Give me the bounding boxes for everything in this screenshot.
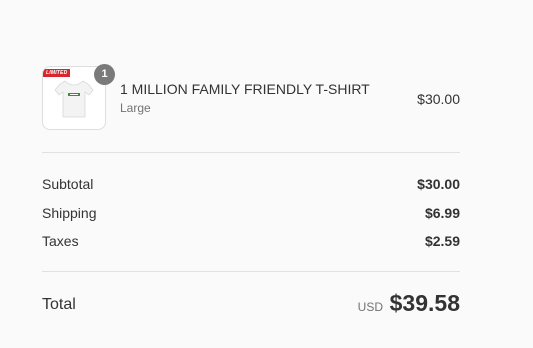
- product-thumbnail: LIMITED 1: [42, 64, 115, 130]
- total-label: Total: [42, 296, 76, 313]
- limited-tag: LIMITED: [43, 69, 71, 77]
- subtotal-value: $30.00: [417, 176, 460, 192]
- product-title: 1 MILLION FAMILY FRIENDLY T-SHIRT: [120, 81, 370, 97]
- divider: [42, 271, 460, 272]
- shipping-label: Shipping: [42, 205, 97, 221]
- order-summary: LIMITED 1 1 MILLION FAMILY FRIENDLY T-SH…: [42, 58, 460, 316]
- taxes-value: $2.59: [424, 233, 460, 249]
- product-price: $30.00: [417, 91, 460, 107]
- total-amount: $39.58: [389, 290, 460, 316]
- product-variant: Large: [120, 101, 151, 115]
- subtotal-label: Subtotal: [42, 176, 94, 192]
- currency-code: USD: [357, 300, 383, 314]
- shipping-value: $6.99: [424, 205, 460, 221]
- quantity-badge: 1: [94, 64, 115, 85]
- taxes-label: Taxes: [42, 233, 79, 249]
- line-item: LIMITED 1 1 MILLION FAMILY FRIENDLY T-SH…: [42, 58, 460, 130]
- divider: [42, 152, 460, 153]
